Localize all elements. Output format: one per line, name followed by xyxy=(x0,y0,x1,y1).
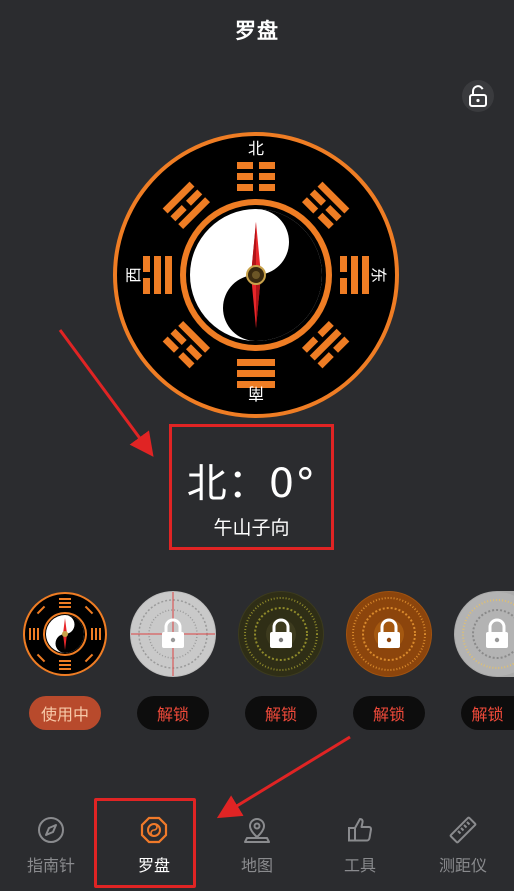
tab-label: 地图 xyxy=(240,856,273,875)
skin-unlock-button[interactable]: 解锁 xyxy=(137,696,209,730)
highlight-frame xyxy=(94,798,196,888)
tab-map[interactable]: 地图 xyxy=(206,800,308,891)
heading-readout: 北：0° 午山子向 xyxy=(169,424,334,550)
heading-direction: 北：0° xyxy=(186,461,317,507)
east-label: 东 xyxy=(369,267,388,283)
skin-in-use-button[interactable]: 使用中 xyxy=(29,696,101,730)
lock-overlay xyxy=(346,591,432,677)
mountain-direction: 午山子向 xyxy=(213,517,290,539)
trigram xyxy=(237,359,275,388)
lock-icon xyxy=(270,618,292,648)
skin-bagua-black-orange[interactable] xyxy=(22,591,108,677)
lock-icon xyxy=(162,618,184,648)
skin-dark-olive[interactable] xyxy=(238,591,324,677)
north-label: 北 xyxy=(248,139,264,158)
luopan-compass[interactable]: 北 南 东 西 xyxy=(111,130,401,420)
skin-amber-brown[interactable] xyxy=(346,591,432,677)
skin-silver-engraved[interactable] xyxy=(454,591,514,677)
map-pin-icon xyxy=(244,817,270,843)
lock-overlay xyxy=(130,591,216,677)
orientation-lock-button[interactable] xyxy=(462,80,494,112)
lock-icon xyxy=(378,618,400,648)
lock-overlay xyxy=(238,591,324,677)
skin-unlock-button[interactable]: 解锁 xyxy=(461,696,514,730)
tab-rangefinder[interactable]: 测距仪 xyxy=(412,800,514,891)
tab-label: 指南针 xyxy=(26,856,75,875)
south-label: 南 xyxy=(248,384,264,403)
tab-compass[interactable]: 指南针 xyxy=(0,800,102,891)
tab-label: 测距仪 xyxy=(438,856,487,875)
lock-icon xyxy=(486,618,508,648)
skin-unlock-button[interactable]: 解锁 xyxy=(353,696,425,730)
tab-tools[interactable]: 工具 xyxy=(309,800,411,891)
page-title: 罗盘 xyxy=(235,19,279,43)
skin-thumbnail xyxy=(23,592,107,676)
skin-unlock-button[interactable]: 解锁 xyxy=(245,696,317,730)
tab-label: 工具 xyxy=(343,856,376,875)
unlock-icon xyxy=(469,85,487,107)
west-label: 西 xyxy=(124,267,143,283)
compass-dial: 北 南 东 西 xyxy=(113,132,399,418)
title-bar: 罗盘 xyxy=(0,0,514,60)
compass-icon xyxy=(38,817,64,843)
skin-silver-grid[interactable] xyxy=(130,591,216,677)
lock-overlay xyxy=(454,591,514,677)
bottom-tab-bar: 指南针 罗盘 地图 工具 测距仪 xyxy=(0,800,514,891)
ruler-icon xyxy=(449,816,477,844)
thumbs-up-icon xyxy=(348,818,372,842)
